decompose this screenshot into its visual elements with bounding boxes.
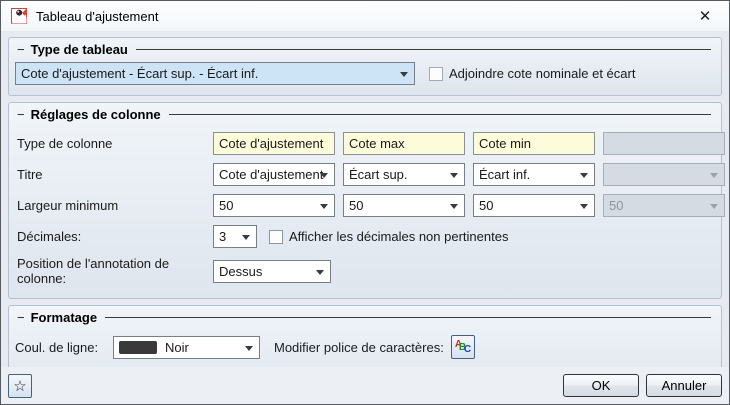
column-title-select-2[interactable]: Écart sup. (343, 163, 465, 186)
group-table-type-header: − Type de tableau (9, 38, 721, 59)
collapse-icon[interactable]: − (17, 107, 25, 122)
annotation-position-label: Position de l'annotation de colonne: (15, 256, 205, 286)
line-color-label: Coul. de ligne: (15, 340, 113, 355)
table-type-selected-value: Cote d'ajustement - Écart sup. - Écart i… (21, 66, 258, 81)
column-title-value-1: Cote d'ajustement (219, 167, 323, 182)
group-rule (105, 317, 711, 318)
min-width-select-4: 50 (603, 194, 725, 217)
decimals-label: Décimales: (15, 229, 205, 244)
min-width-label: Largeur minimum (15, 198, 205, 213)
row-decimals: Décimales: 3 Afficher les décimales non … (9, 225, 721, 248)
column-title-label: Titre (15, 167, 205, 182)
column-title-value-2: Écart sup. (349, 167, 408, 182)
min-width-value-1: 50 (219, 198, 233, 213)
show-irrelevant-decimals-checkbox[interactable]: Afficher les décimales non pertinentes (269, 229, 508, 244)
show-irrelevant-decimals-label: Afficher les décimales non pertinentes (289, 229, 508, 244)
close-icon: ✕ (699, 7, 712, 25)
group-rule (136, 49, 711, 50)
append-nominal-label: Adjoindre cote nominale et écart (449, 66, 635, 81)
cancel-button[interactable]: Annuler (646, 374, 722, 397)
modify-font-button[interactable]: ABC (451, 335, 475, 359)
chevron-down-icon (400, 72, 408, 77)
row-column-type: Type de colonne Cote d'ajustement Cote m… (9, 132, 721, 155)
group-column-settings-header: − Réglages de colonne (9, 103, 721, 124)
group-column-settings: − Réglages de colonne Type de colonne Co… (8, 102, 722, 299)
collapse-icon[interactable]: − (17, 42, 25, 57)
column-type-value-2: Cote max (349, 136, 405, 151)
min-width-value-3: 50 (479, 198, 493, 213)
chevron-down-icon (242, 235, 250, 240)
modify-font-label: Modifier police de caractères: (274, 340, 444, 355)
checkbox-icon (269, 230, 283, 244)
annotation-position-value: Dessus (219, 264, 262, 279)
column-type-value-3: Cote min (479, 136, 531, 151)
column-type-input-1[interactable]: Cote d'ajustement (213, 132, 335, 155)
column-title-value-3: Écart inf. (479, 167, 530, 182)
adjustment-table-dialog: Tableau d'ajustement ✕ − Type de tableau… (0, 0, 730, 405)
decimals-value: 3 (219, 229, 226, 244)
row-min-width: Largeur minimum 50 50 50 50 (9, 194, 721, 217)
favorite-button[interactable]: ☆ (8, 374, 32, 398)
row-column-title: Titre Cote d'ajustement Écart sup. Écart… (9, 163, 721, 186)
chevron-down-icon (320, 204, 328, 209)
line-color-select[interactable]: Noir (113, 336, 260, 359)
group-formatting-title: Formatage (31, 310, 97, 325)
chevron-down-icon (580, 173, 588, 178)
close-button[interactable]: ✕ (691, 4, 719, 28)
titlebar: Tableau d'ajustement ✕ (1, 1, 729, 31)
star-icon: ☆ (13, 377, 26, 395)
font-abc-icon: ABC (455, 340, 471, 355)
chevron-down-icon (450, 173, 458, 178)
chevron-down-icon (450, 204, 458, 209)
group-rule (169, 114, 711, 115)
chevron-down-icon (710, 173, 718, 178)
ok-button[interactable]: OK (563, 374, 639, 397)
footer: ☆ OK Annuler (1, 367, 729, 404)
column-type-input-2[interactable]: Cote max (343, 132, 465, 155)
append-nominal-checkbox[interactable]: Adjoindre cote nominale et écart (429, 66, 635, 81)
table-type-select[interactable]: Cote d'ajustement - Écart sup. - Écart i… (15, 62, 415, 85)
min-width-select-2[interactable]: 50 (343, 194, 465, 217)
chevron-down-icon (320, 173, 328, 178)
chevron-down-icon (710, 204, 718, 209)
column-title-select-1[interactable]: Cote d'ajustement (213, 163, 335, 186)
column-type-label: Type de colonne (15, 136, 205, 151)
app-icon (11, 8, 27, 24)
min-width-select-3[interactable]: 50 (473, 194, 595, 217)
row-annotation-position: Position de l'annotation de colonne: Des… (9, 256, 721, 286)
group-formatting-header: − Formatage (9, 306, 721, 327)
min-width-value-2: 50 (349, 198, 363, 213)
group-column-settings-title: Réglages de colonne (31, 107, 161, 122)
column-title-select-4 (603, 163, 725, 186)
min-width-select-1[interactable]: 50 (213, 194, 335, 217)
chevron-down-icon (245, 346, 253, 351)
column-type-input-3[interactable]: Cote min (473, 132, 595, 155)
group-table-type-title: Type de tableau (31, 42, 128, 57)
color-swatch (119, 341, 157, 354)
annotation-position-select[interactable]: Dessus (213, 260, 331, 283)
window-title: Tableau d'ajustement (36, 9, 158, 24)
min-width-value-4: 50 (609, 198, 623, 213)
column-title-select-3[interactable]: Écart inf. (473, 163, 595, 186)
chevron-down-icon (316, 270, 324, 275)
dialog-body: − Type de tableau Cote d'ajustement - Éc… (1, 31, 729, 399)
column-type-value-1: Cote d'ajustement (219, 136, 323, 151)
line-color-value: Noir (165, 340, 189, 355)
checkbox-icon (429, 67, 443, 81)
group-table-type: − Type de tableau Cote d'ajustement - Éc… (8, 37, 722, 96)
row-line-color: Coul. de ligne: Noir Modifier police de … (9, 335, 721, 359)
column-type-input-4 (603, 132, 725, 155)
decimals-select[interactable]: 3 (213, 225, 257, 248)
chevron-down-icon (580, 204, 588, 209)
collapse-icon[interactable]: − (17, 310, 25, 325)
